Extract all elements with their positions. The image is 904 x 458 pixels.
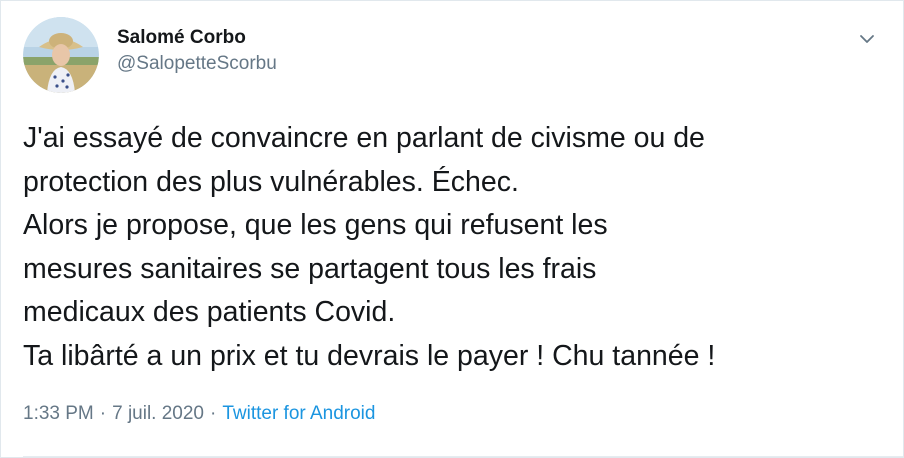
tweet-text-line: Ta libârté a un prix et tu devrais le pa…	[23, 339, 716, 372]
tweet-meta: 1:33 PM · 7 juil. 2020 · Twitter for Android	[23, 401, 375, 427]
profile-photo-avatar-icon	[23, 17, 99, 93]
author-handle[interactable]: @SalopetteScorbu	[117, 51, 277, 77]
meta-separator: ·	[99, 403, 107, 424]
author-names: Salomé Corbo @SalopetteScorbu	[117, 25, 277, 77]
meta-separator: ·	[210, 403, 217, 424]
tweet-menu-button[interactable]	[857, 29, 877, 49]
tweet-text-line: mesures sanitaires se partagent tous les…	[23, 252, 597, 285]
divider	[23, 456, 903, 457]
tweet-text-line: protection des plus vulnérables. Échec.	[23, 165, 519, 198]
tweet-timestamp-date[interactable]: 7 juil. 2020	[112, 403, 204, 424]
tweet-text: J'ai essayé de convaincre en parlant de …	[23, 117, 883, 378]
tweet-source-link[interactable]: Twitter for Android	[222, 403, 375, 424]
tweet-header: Salomé Corbo @SalopetteScorbu	[23, 17, 881, 93]
tweet-timestamp-time[interactable]: 1:33 PM	[23, 403, 94, 424]
tweet-text-line: Alors je propose, que les gens qui refus…	[23, 209, 608, 241]
tweet-card: Salomé Corbo @SalopetteScorbu J'ai essay…	[0, 0, 904, 458]
avatar[interactable]	[23, 17, 99, 93]
tweet-text-line: medicaux des patients Covid.	[23, 296, 396, 328]
tweet-text-line: J'ai essayé de convaincre en parlant de …	[23, 122, 705, 154]
chevron-down-icon	[860, 35, 874, 43]
author-display-name[interactable]: Salomé Corbo	[117, 25, 277, 51]
